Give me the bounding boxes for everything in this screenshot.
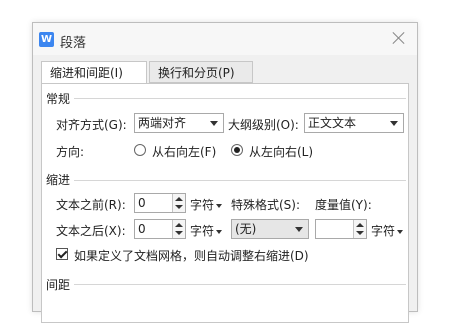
arrow-up-icon[interactable] xyxy=(356,223,364,227)
indent-before-value: 0 xyxy=(138,196,146,210)
arrow-down-icon[interactable] xyxy=(175,205,183,209)
section-indent: 缩进 xyxy=(46,173,71,187)
tab-line-page-breaks[interactable]: 换行和分页(P) xyxy=(149,61,253,83)
grid-adjust-checkbox[interactable] xyxy=(56,248,68,260)
indent-after-value: 0 xyxy=(138,222,146,236)
stepper-buttons[interactable] xyxy=(172,194,185,212)
arrow-down-icon[interactable] xyxy=(356,231,364,235)
dialog-title: 段落 xyxy=(60,36,87,51)
alignment-value: 两端对齐 xyxy=(138,116,187,130)
indent-after-stepper[interactable]: 0 xyxy=(134,219,186,239)
tab-indent-spacing[interactable]: 缩进和间距(I) xyxy=(41,61,147,84)
unit-text: 字符 xyxy=(190,224,215,238)
ltr-radio[interactable] xyxy=(231,144,243,156)
arrow-up-icon[interactable] xyxy=(175,223,183,227)
arrow-down-icon[interactable] xyxy=(175,231,183,235)
special-format-value: (无) xyxy=(235,222,257,236)
title-bar: W 段落 xyxy=(33,23,417,55)
stepper-buttons[interactable] xyxy=(172,220,185,238)
stepper-buttons[interactable] xyxy=(353,220,366,238)
outline-level-value: 正文文本 xyxy=(308,116,357,130)
divider xyxy=(74,284,406,285)
tab-panel: 常规 对齐方式(G): 两端对齐 大纲级别(O): 正文文本 方向: 从右向左(… xyxy=(41,83,409,323)
measure-stepper[interactable] xyxy=(315,219,367,239)
outline-level-select[interactable]: 正文文本 xyxy=(304,113,404,133)
section-spacing: 间距 xyxy=(46,278,71,292)
unit-text: 字符 xyxy=(371,224,396,238)
wps-writer-icon: W xyxy=(39,32,54,47)
measure-label: 度量值(Y): xyxy=(315,198,372,212)
paragraph-dialog: W 段落 缩进和间距(I) 换行和分页(P) 常规 对齐方式(G): 两端对齐 … xyxy=(32,22,418,323)
chevron-down-icon xyxy=(390,121,398,126)
special-format-select[interactable]: (无) xyxy=(231,219,309,239)
caret-down-icon xyxy=(216,203,223,208)
special-format-label: 特殊格式(S): xyxy=(231,198,301,212)
divider xyxy=(74,98,406,99)
close-icon[interactable] xyxy=(391,30,407,46)
indent-before-stepper[interactable]: 0 xyxy=(134,193,186,213)
ltr-label[interactable]: 从左向右(L) xyxy=(249,143,313,160)
indent-before-unit[interactable]: 字符 xyxy=(190,196,223,213)
divider xyxy=(74,180,406,181)
indent-after-unit[interactable]: 字符 xyxy=(190,222,223,239)
outline-level-label: 大纲级别(O): xyxy=(228,118,299,132)
caret-down-icon xyxy=(216,229,223,234)
alignment-label: 对齐方式(G): xyxy=(56,118,127,132)
chevron-down-icon xyxy=(210,121,218,126)
rtl-label[interactable]: 从右向左(F) xyxy=(152,143,216,160)
background-window xyxy=(0,0,450,22)
unit-text: 字符 xyxy=(190,198,215,212)
alignment-select[interactable]: 两端对齐 xyxy=(134,113,224,133)
caret-down-icon xyxy=(397,229,404,234)
chevron-down-icon xyxy=(295,227,303,232)
grid-adjust-label[interactable]: 如果定义了文档网格，则自动调整右缩进(D) xyxy=(74,247,309,264)
section-general: 常规 xyxy=(46,92,71,106)
indent-after-label: 文本之后(X): xyxy=(56,224,126,238)
direction-label: 方向: xyxy=(56,145,85,159)
indent-before-label: 文本之前(R): xyxy=(56,198,126,212)
arrow-up-icon[interactable] xyxy=(175,197,183,201)
measure-unit[interactable]: 字符 xyxy=(371,222,404,239)
rtl-radio[interactable] xyxy=(134,144,146,156)
